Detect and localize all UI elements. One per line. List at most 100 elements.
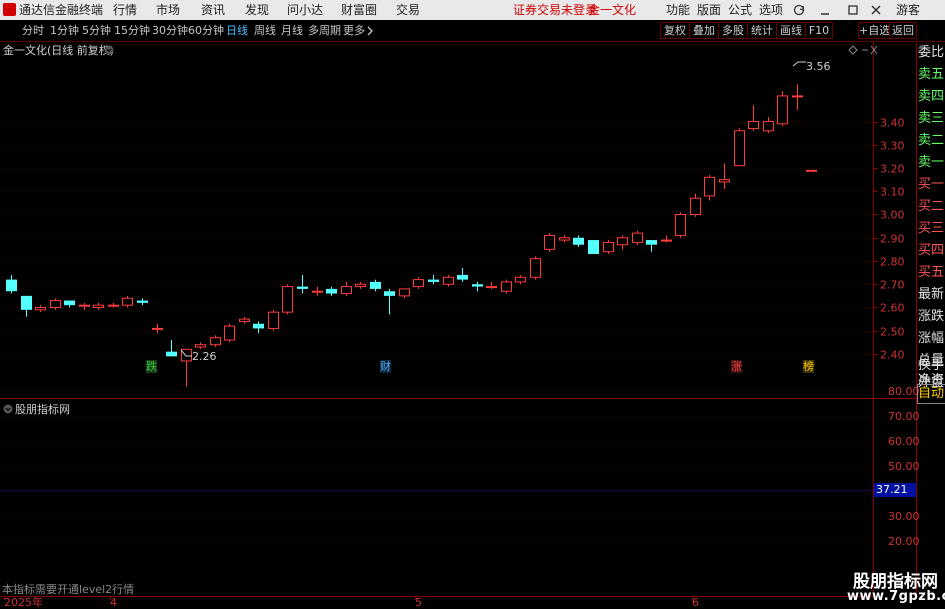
side-item-order-ratio[interactable]: 委比 bbox=[918, 42, 945, 64]
y-tick-label: 3.00 bbox=[880, 209, 905, 222]
candle-body-up bbox=[50, 300, 61, 308]
candle-body-down bbox=[297, 286, 308, 289]
level2-notice[interactable]: 本指标需要开通level2行情 bbox=[2, 583, 134, 596]
candle-body-down bbox=[588, 240, 599, 255]
quote-side-panel: 委比 卖五 卖四 卖三 卖二 卖一 买一 买二 买三 买四 买五 最新 涨跌 涨… bbox=[917, 42, 945, 404]
kline-chart[interactable]: 2.40 2.50 2.60 2.70 2.80 2.90 3.00 3.10 3.20 3.30… bbox=[0, 0, 945, 609]
candle-body-up bbox=[690, 197, 701, 216]
side-item-ask1[interactable]: 卖一 bbox=[918, 152, 945, 174]
event-marker-rise[interactable]: 涨 bbox=[731, 360, 742, 373]
candle-body-up bbox=[268, 311, 279, 329]
candle-body-up bbox=[559, 237, 570, 241]
candle-body-up bbox=[399, 288, 410, 297]
sub-chart-title: 股朋指标网 bbox=[15, 403, 70, 416]
event-marker-finance[interactable]: 财 bbox=[380, 360, 391, 373]
candle-body-up bbox=[282, 286, 293, 313]
candle-body-up bbox=[763, 121, 774, 132]
sub-y-tick: 50.00 bbox=[888, 460, 920, 473]
candle-body-up bbox=[530, 258, 541, 278]
candle-body-up bbox=[486, 286, 497, 289]
x-tick-month: 6 bbox=[692, 596, 699, 609]
candle-body-down bbox=[428, 279, 439, 282]
candle-body-up bbox=[617, 237, 628, 246]
chevron-down-icon[interactable] bbox=[3, 404, 13, 414]
watermark: 股朋指标网 www.7gpzb.com bbox=[847, 565, 945, 607]
candle-body-up bbox=[632, 232, 643, 243]
candle-body-up bbox=[224, 325, 235, 341]
candle-body-up bbox=[719, 179, 730, 183]
candle-body-down bbox=[457, 274, 468, 280]
candle-body-down bbox=[21, 295, 32, 310]
y-tick-label: 2.40 bbox=[880, 349, 905, 362]
candle-body-up bbox=[195, 344, 206, 348]
low-price-label: 2.26 bbox=[192, 350, 217, 363]
x-tick-month: 5 bbox=[415, 596, 422, 609]
candle-body-up bbox=[93, 304, 104, 308]
event-marker-fall[interactable]: 跌 bbox=[146, 360, 157, 373]
candle-body-down bbox=[326, 288, 337, 294]
candle-body-down bbox=[166, 351, 177, 357]
current-value-box: 37.21 bbox=[874, 483, 916, 497]
candle-body-up bbox=[181, 348, 192, 362]
candle-body-up bbox=[413, 279, 424, 288]
candle-body-up bbox=[443, 276, 454, 285]
y-tick-label: 3.20 bbox=[880, 163, 905, 176]
side-item-change[interactable]: 涨跌 bbox=[918, 306, 945, 328]
side-item-ask2[interactable]: 卖二 bbox=[918, 130, 945, 152]
side-item-last[interactable]: 最新 bbox=[918, 284, 945, 306]
candle-body-up bbox=[777, 95, 788, 125]
watermark-url: www.7gpzb.com bbox=[847, 589, 945, 604]
candle-body-up bbox=[675, 214, 686, 236]
side-item-change-pct[interactable]: 涨幅 bbox=[918, 328, 945, 350]
y-tick-label: 2.60 bbox=[880, 302, 905, 315]
candle-body-down bbox=[370, 281, 381, 289]
side-item-ask4[interactable]: 卖四 bbox=[918, 86, 945, 108]
candle-body-down bbox=[384, 291, 395, 296]
candle-body-down bbox=[472, 284, 483, 287]
high-price-label: 3.56 bbox=[806, 60, 831, 73]
current-value: 37.21 bbox=[876, 483, 908, 496]
side-item-bid1[interactable]: 买一 bbox=[918, 174, 945, 196]
chart-controls-icon[interactable] bbox=[848, 44, 878, 56]
side-item-bid5[interactable]: 买五 bbox=[918, 262, 945, 284]
candle-body-up bbox=[792, 95, 803, 98]
auto-mode-toggle[interactable]: 自动 bbox=[917, 384, 945, 404]
high-marker-line bbox=[792, 61, 806, 67]
y-tick-label: 2.80 bbox=[880, 256, 905, 269]
candle-body-up bbox=[603, 241, 614, 253]
side-item-bid4[interactable]: 买四 bbox=[918, 240, 945, 262]
sub-y-tick: 80.00 bbox=[888, 385, 920, 398]
y-tick-label: 2.50 bbox=[880, 326, 905, 339]
sub-y-tick: 20.00 bbox=[888, 535, 920, 548]
candle-body-down bbox=[64, 300, 75, 306]
candle-body-up bbox=[341, 286, 352, 295]
y-tick-label: 3.10 bbox=[880, 186, 905, 199]
candle-body-down bbox=[137, 300, 148, 303]
candle-body-down bbox=[573, 237, 584, 245]
candle-body-up bbox=[35, 307, 46, 311]
y-tick-label: 3.40 bbox=[880, 117, 905, 130]
candle-body-down bbox=[646, 240, 657, 245]
candle-body-up bbox=[661, 239, 672, 242]
candle-body-up bbox=[704, 176, 715, 197]
candle-body-up bbox=[748, 121, 759, 129]
side-item-bid3[interactable]: 买三 bbox=[918, 218, 945, 240]
y-tick-label: 2.70 bbox=[880, 279, 905, 292]
candle-body-up bbox=[122, 297, 133, 306]
y-tick-label: 2.90 bbox=[880, 233, 905, 246]
candle-body-up bbox=[501, 281, 512, 292]
side-item-ask5[interactable]: 卖五 bbox=[918, 64, 945, 86]
candle-body-up bbox=[152, 327, 163, 330]
x-tick-month: 4 bbox=[110, 596, 117, 609]
candle-body-up bbox=[312, 290, 323, 293]
x-tick-year: 2025年 bbox=[4, 596, 43, 609]
candle-body-down bbox=[6, 279, 17, 292]
main-chart-title: 金一文化(日线 前复权) bbox=[3, 44, 115, 57]
candle-body-down bbox=[253, 323, 264, 329]
candle-body-up bbox=[806, 169, 817, 172]
side-item-turnover[interactable]: 换手 bbox=[918, 358, 944, 374]
event-marker-rank[interactable]: 榜 bbox=[803, 360, 814, 373]
chevron-down-icon[interactable] bbox=[104, 45, 114, 55]
side-item-bid2[interactable]: 买二 bbox=[918, 196, 945, 218]
side-item-ask3[interactable]: 卖三 bbox=[918, 108, 945, 130]
